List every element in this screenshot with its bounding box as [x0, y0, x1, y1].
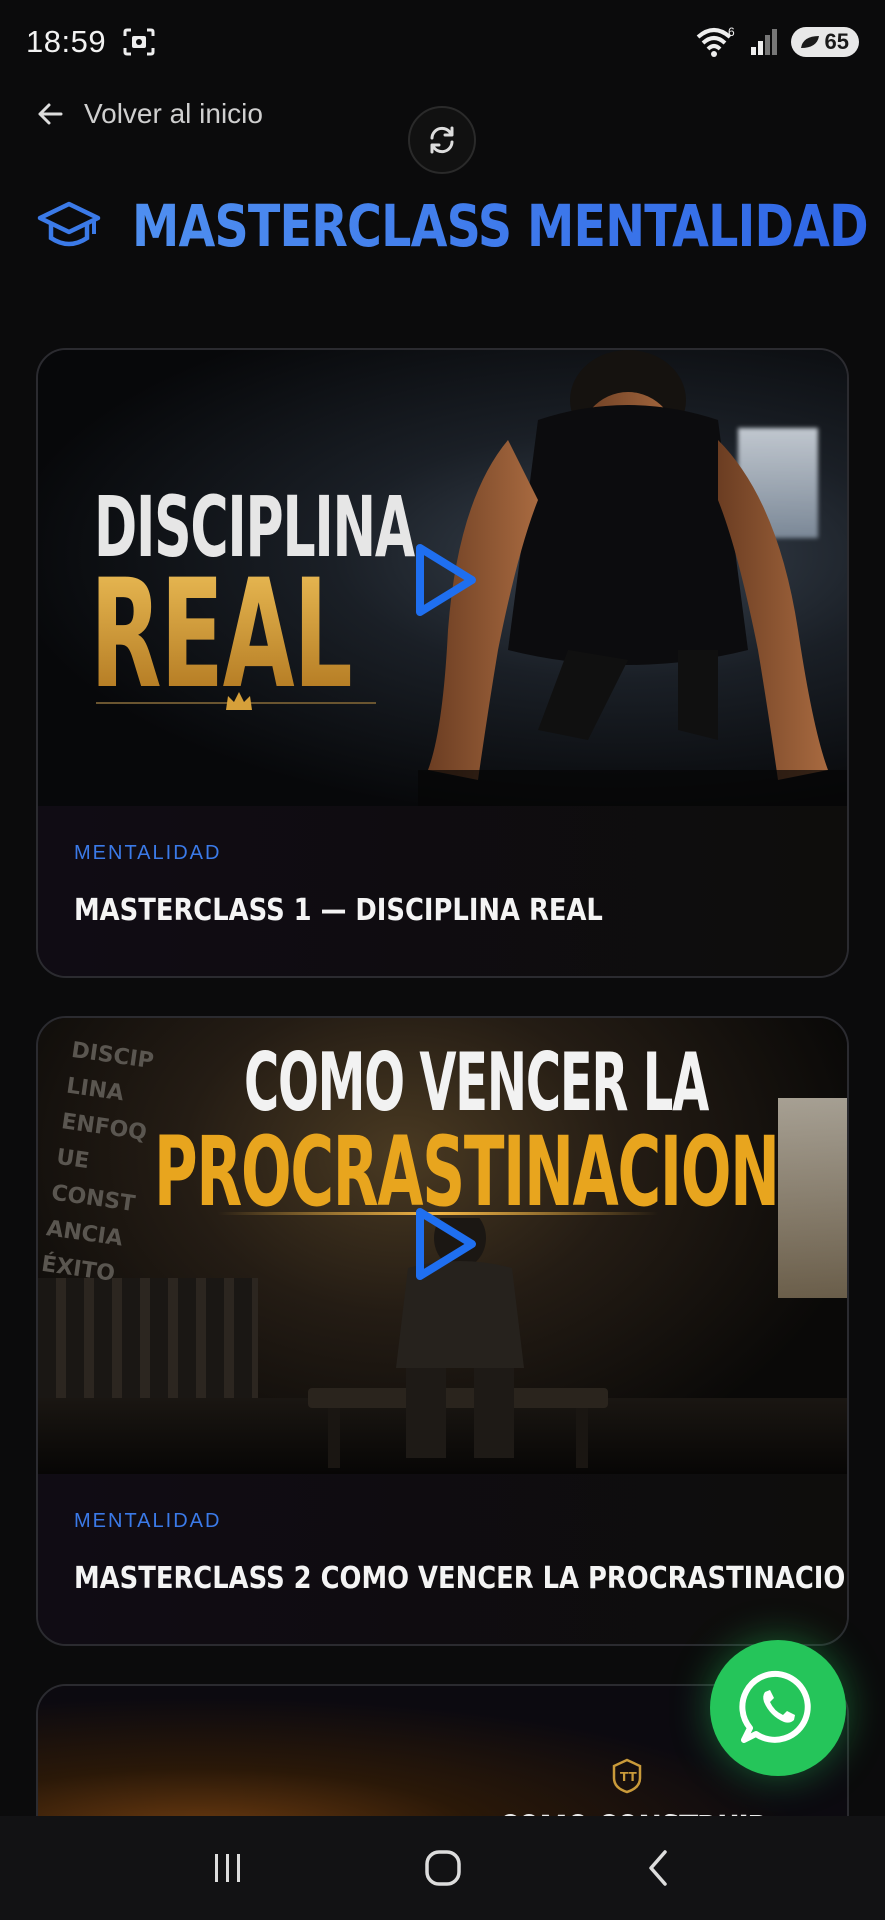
- svg-text:TT: TT: [620, 1770, 637, 1784]
- home-icon: [424, 1850, 461, 1886]
- recents-button[interactable]: [198, 1838, 258, 1898]
- status-bar: 18:59 6 65: [0, 0, 885, 84]
- play-icon[interactable]: [410, 540, 480, 620]
- card-body: MENTALIDAD MASTERCLASS 1 — DISCIPLINA RE…: [38, 806, 847, 976]
- thumbnail-dumbbell-rack: [38, 1278, 258, 1408]
- card-title: MASTERCLASS 2 COMO VENCER LA PROCRASTINA…: [74, 1561, 849, 1596]
- video-thumbnail[interactable]: DISCIPLINA ENFOQUE CONSTANCIA ÉXITO COMO…: [38, 1018, 847, 1474]
- thumbnail-line-2: REAL: [90, 548, 353, 722]
- page-header: MASTERCLASS MENTALIDAD: [36, 192, 885, 260]
- athlete-figure: [418, 350, 847, 806]
- back-link[interactable]: Volver al inicio: [36, 98, 263, 130]
- wifi-badge: 6: [728, 25, 735, 39]
- wifi-icon: 6: [696, 25, 735, 57]
- whatsapp-icon: [739, 1670, 811, 1743]
- thumbnail-wall-text: DISCIPLINA ENFOQUE CONSTANCIA ÉXITO: [39, 1037, 156, 1287]
- card-body: MENTALIDAD MASTERCLASS 2 COMO VENCER LA …: [38, 1474, 849, 1644]
- refresh-button[interactable]: [408, 106, 476, 174]
- whatsapp-button[interactable]: [710, 1640, 846, 1776]
- system-nav-bar: [0, 1816, 885, 1920]
- card-title: MASTERCLASS 1 — DISCIPLINA REAL: [74, 893, 603, 928]
- battery-level: 65: [824, 29, 849, 54]
- battery-leaf-icon: [800, 36, 819, 48]
- home-button[interactable]: [413, 1838, 473, 1898]
- play-icon[interactable]: [410, 1204, 480, 1284]
- video-thumbnail[interactable]: DISCIPLINA REAL: [38, 350, 847, 806]
- card-category: MENTALIDAD: [74, 1510, 222, 1532]
- brand-emblem-icon: TT: [612, 1758, 642, 1794]
- card-category: MENTALIDAD: [74, 842, 222, 864]
- page-title: MASTERCLASS MENTALIDAD: [132, 192, 869, 260]
- graduation-cap-icon: [37, 201, 101, 247]
- back-icon: [648, 1850, 667, 1886]
- masterclass-card[interactable]: DISCIPLINA REAL MENTALIDAD MASTERCLASS 1…: [36, 348, 849, 978]
- recents-icon: [214, 1854, 240, 1882]
- crown-icon: [226, 692, 252, 710]
- refresh-icon: [430, 126, 454, 154]
- status-time: 18:59: [26, 24, 107, 59]
- back-arrow-icon: [38, 103, 63, 125]
- battery-icon: 65: [790, 27, 859, 57]
- masterclass-card[interactable]: DISCIPLINA ENFOQUE CONSTANCIA ÉXITO COMO…: [36, 1016, 849, 1646]
- thumbnail-window: [778, 1098, 847, 1298]
- back-button[interactable]: [628, 1838, 688, 1898]
- status-icons: 6 65: [695, 25, 859, 59]
- signal-icon: [750, 29, 777, 55]
- back-label: Volver al inicio: [84, 98, 263, 129]
- screenshot-icon: [123, 28, 155, 56]
